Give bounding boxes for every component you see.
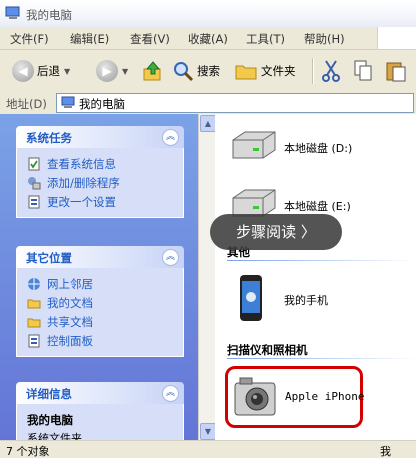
- system-tasks-body: 查看系统信息 添加/删除程序 更改一个设置: [16, 148, 184, 218]
- menu-tools[interactable]: 工具(T): [246, 31, 285, 47]
- drive-d[interactable]: 本地磁盘 (D:): [229, 126, 416, 166]
- folders-icon: [235, 65, 257, 80]
- phone-label: 我的手机: [284, 294, 328, 307]
- group-divider: [227, 260, 416, 261]
- scroll-up-icon[interactable]: ▲: [200, 115, 216, 132]
- place-label: 我的文档: [47, 295, 93, 310]
- my-computer-icon: [5, 6, 20, 19]
- details-desc: 系统文件夹: [27, 432, 82, 440]
- details-panel: 详细信息 ︽ 我的电脑 系统文件夹: [16, 382, 184, 440]
- folders-label: 文件夹: [261, 64, 296, 78]
- scissors-icon: [322, 60, 340, 82]
- paste-button[interactable]: [384, 56, 408, 86]
- menu-favorites[interactable]: 收藏(A): [188, 31, 228, 47]
- network-icon: [28, 277, 40, 290]
- vertical-scrollbar[interactable]: ▲ ▼: [198, 114, 216, 440]
- search-icon: [174, 62, 194, 82]
- documents-folder-icon: [27, 299, 41, 308]
- collapse-chevron-icon[interactable]: ︽: [162, 385, 179, 402]
- windows-logo: [377, 27, 416, 49]
- menu-file[interactable]: 文件(F): [10, 31, 49, 47]
- task-label: 更改一个设置: [47, 194, 116, 209]
- place-control-panel[interactable]: 控制面板: [27, 331, 183, 350]
- copy-button[interactable]: [352, 56, 374, 86]
- address-value: 我的电脑: [79, 97, 125, 111]
- back-button[interactable]: ◀ 后退 ▼: [12, 56, 70, 86]
- details-title: 详细信息: [26, 387, 72, 401]
- cut-button[interactable]: [320, 56, 342, 86]
- address-field[interactable]: 我的电脑: [56, 93, 414, 113]
- toolbar: ◀ 后退 ▼ ▶ ▼ 搜索 文件夹: [0, 50, 416, 93]
- system-tasks-panel: 系统任务 ︽ 查看系统信息 添加/删除程序 更改一个设置: [16, 126, 184, 218]
- task-label: 查看系统信息: [47, 156, 116, 171]
- phone-device[interactable]: 我的手机: [239, 274, 328, 325]
- address-label: 地址(D): [6, 97, 47, 111]
- content-area: 本地磁盘 (D:) 本地磁盘 (E:) 其他 我的手机 扫描仪和照相机 Appl…: [215, 114, 416, 440]
- back-label: 后退: [37, 64, 60, 78]
- system-tasks-title: 系统任务: [26, 131, 72, 145]
- paste-icon: [386, 62, 406, 82]
- other-places-title: 其它位置: [26, 251, 72, 265]
- forward-button[interactable]: ▶ ▼: [96, 56, 128, 86]
- place-network[interactable]: 网上邻居: [27, 274, 183, 293]
- collapse-chevron-icon[interactable]: ︽: [162, 249, 179, 266]
- shared-folder-icon: [27, 318, 41, 327]
- scanner-group-header: 扫描仪和照相机: [227, 343, 308, 357]
- other-places-body: 网上邻居 我的文档 共享文档 控制面板: [16, 268, 184, 357]
- up-folder-button[interactable]: [142, 56, 164, 86]
- camera-label: Apple iPhone: [285, 390, 365, 403]
- window-title: 我的电脑: [26, 8, 72, 22]
- other-places-panel: 其它位置 ︽ 网上邻居 我的文档 共享文档 控制面板: [16, 246, 184, 357]
- task-view-system-info[interactable]: 查看系统信息: [27, 154, 183, 173]
- toolbar-separator: [312, 58, 314, 84]
- place-label: 控制面板: [47, 333, 93, 348]
- place-label: 共享文档: [47, 314, 93, 329]
- step-reading-button[interactable]: 步骤阅读 〉: [210, 214, 342, 250]
- task-label: 添加/删除程序: [47, 175, 120, 190]
- system-tasks-header[interactable]: 系统任务 ︽: [16, 126, 184, 148]
- menu-bar: 文件(F) 编辑(E) 查看(V) 收藏(A) 工具(T) 帮助(H): [0, 27, 416, 50]
- details-body: 我的电脑 系统文件夹: [16, 404, 184, 440]
- group-divider: [227, 358, 416, 359]
- search-button[interactable]: 搜索: [172, 56, 220, 86]
- place-my-documents[interactable]: 我的文档: [27, 293, 183, 312]
- system-info-icon: [28, 157, 40, 170]
- details-header[interactable]: 详细信息 ︽: [16, 382, 184, 404]
- copy-icon: [354, 60, 372, 81]
- camera-device-highlight[interactable]: Apple iPhone: [225, 366, 365, 428]
- scroll-down-icon[interactable]: ▼: [200, 423, 216, 440]
- my-computer-icon: [61, 96, 75, 108]
- place-label: 网上邻居: [47, 276, 93, 291]
- forward-dropdown-icon[interactable]: ▼: [122, 67, 128, 76]
- control-panel-icon: [28, 195, 40, 208]
- place-shared-documents[interactable]: 共享文档: [27, 312, 183, 331]
- folders-button[interactable]: 文件夹: [234, 56, 296, 86]
- hard-drive-icon: [232, 131, 276, 159]
- details-name: 我的电脑: [27, 413, 73, 427]
- add-remove-programs-icon: [28, 176, 41, 189]
- collapse-chevron-icon[interactable]: ︽: [162, 129, 179, 146]
- task-add-remove-programs[interactable]: 添加/删除程序: [27, 173, 183, 192]
- forward-arrow-icon: ▶: [96, 60, 118, 82]
- drive-d-label: 本地磁盘 (D:): [284, 142, 353, 155]
- back-dropdown-icon[interactable]: ▼: [64, 67, 70, 76]
- up-folder-icon: [143, 61, 161, 81]
- task-change-setting[interactable]: 更改一个设置: [27, 192, 183, 211]
- back-arrow-icon: ◀: [12, 60, 34, 82]
- camera-icon: [234, 377, 276, 416]
- search-label: 搜索: [197, 64, 220, 78]
- menu-edit[interactable]: 编辑(E): [70, 31, 109, 47]
- address-bar: 地址(D) 我的电脑: [0, 92, 416, 115]
- task-pane: 系统任务 ︽ 查看系统信息 添加/删除程序 更改一个设置 其它位置 ︽ 网上邻居…: [0, 114, 198, 440]
- title-bar: 我的电脑: [0, 0, 416, 28]
- drive-e-label: 本地磁盘 (E:): [284, 200, 351, 213]
- menu-view[interactable]: 查看(V): [130, 31, 170, 47]
- status-bar: 7 个对象 我: [0, 440, 416, 458]
- menu-help[interactable]: 帮助(H): [304, 31, 345, 47]
- smartphone-icon: [240, 275, 262, 321]
- other-places-header[interactable]: 其它位置 ︽: [16, 246, 184, 268]
- control-panel-icon: [28, 334, 40, 347]
